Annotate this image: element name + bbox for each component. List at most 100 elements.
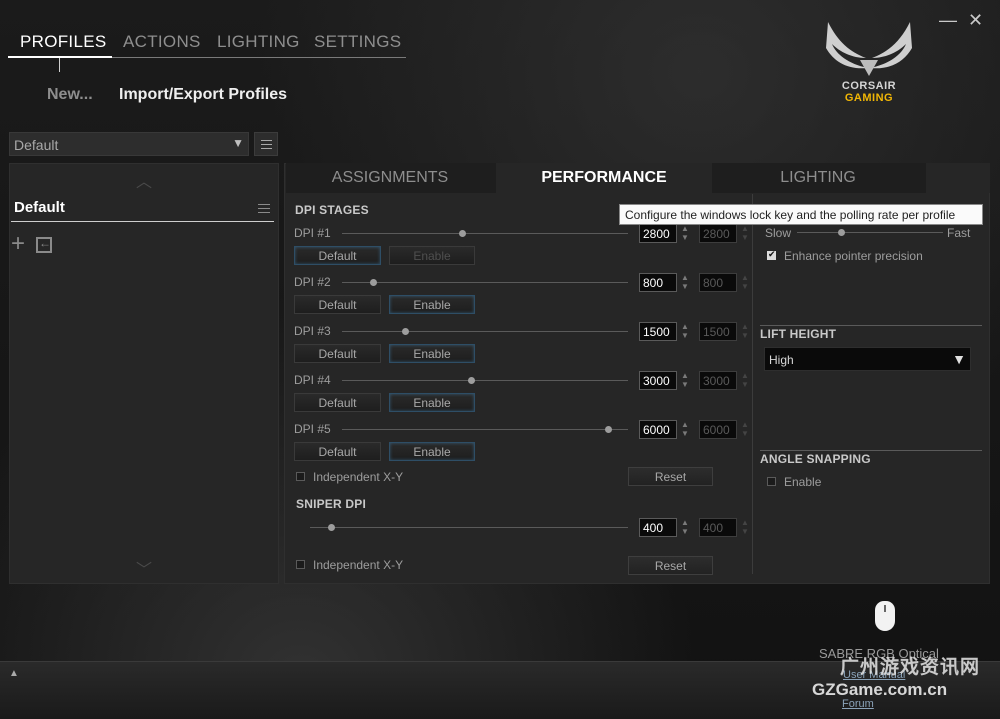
spin-up-icon[interactable]: ▲ bbox=[681, 372, 689, 380]
spin-up-icon[interactable]: ▲ bbox=[681, 274, 689, 282]
watermark: 广州游戏资讯网 GZGame.com.cn bbox=[808, 652, 998, 702]
watermark-en: GZGame.com.cn bbox=[812, 680, 948, 699]
spin-up-icon[interactable]: ▲ bbox=[681, 421, 689, 429]
dpi-value-input[interactable]: 800 bbox=[639, 273, 677, 292]
spin-down-icon: ▼ bbox=[741, 282, 749, 291]
tooltip: Configure the windows lock key and the p… bbox=[619, 204, 983, 225]
angle-snapping-label: Enable bbox=[784, 475, 822, 489]
active-tab-underline bbox=[8, 56, 112, 58]
tab-lighting[interactable]: LIGHTING bbox=[217, 32, 300, 52]
dpi-default-button[interactable]: Default bbox=[294, 442, 381, 461]
sniper-slider-knob[interactable] bbox=[328, 524, 335, 531]
dpi-slider-track[interactable] bbox=[342, 380, 628, 381]
sniper-spin-down-icon[interactable]: ▼ bbox=[681, 528, 689, 536]
pointer-speed-slow-label: Slow bbox=[765, 226, 792, 240]
spin-down-icon[interactable]: ▼ bbox=[681, 283, 689, 291]
sniper-dpi-title: SNIPER DPI bbox=[296, 497, 367, 511]
expand-up-icon[interactable]: ▲ bbox=[9, 668, 19, 679]
profile-item-menu-icon[interactable] bbox=[258, 204, 270, 213]
dpi-enable-button[interactable]: Enable bbox=[389, 246, 475, 265]
close-button[interactable]: ✕ bbox=[968, 10, 983, 31]
pointer-speed-track[interactable] bbox=[797, 232, 943, 233]
dpi-value-input[interactable]: 6000 bbox=[639, 420, 677, 439]
scroll-down-icon[interactable]: ﹀ bbox=[136, 556, 152, 580]
spin-up-icon: ▲ bbox=[741, 371, 749, 380]
sniper-independent-xy-label: Independent X-Y bbox=[313, 558, 404, 572]
profile-list-item[interactable]: Default bbox=[14, 199, 65, 216]
add-profile-icon[interactable]: + bbox=[11, 232, 25, 256]
minimize-button[interactable]: — bbox=[939, 10, 957, 31]
enhance-precision-checkbox[interactable] bbox=[767, 249, 776, 260]
sniper-independent-xy-checkbox[interactable] bbox=[296, 560, 305, 569]
spin-down-icon[interactable]: ▼ bbox=[681, 430, 689, 438]
dpi-value-input[interactable]: 2800 bbox=[639, 224, 677, 243]
dpi-slider-knob[interactable] bbox=[402, 328, 409, 335]
dpi-slider-knob[interactable] bbox=[370, 279, 377, 286]
dpi-value-input[interactable]: 3000 bbox=[639, 371, 677, 390]
tab-actions[interactable]: ACTIONS bbox=[123, 32, 201, 52]
logo-text-gaming: GAMING bbox=[844, 92, 894, 104]
angle-snapping-checkbox[interactable] bbox=[767, 477, 776, 486]
sniper-secondary-spin-up-icon: ▲ bbox=[741, 518, 749, 527]
lift-height-value: High bbox=[769, 353, 794, 367]
pointer-speed-knob[interactable] bbox=[838, 229, 845, 236]
lift-divider bbox=[760, 325, 982, 326]
spin-down-icon: ▼ bbox=[741, 233, 749, 242]
dpi-enable-button[interactable]: Enable bbox=[389, 344, 475, 363]
hamburger-icon bbox=[261, 140, 272, 149]
chevron-down-icon: ▼ bbox=[952, 351, 966, 367]
new-profile-link[interactable]: New... bbox=[47, 86, 93, 104]
tab-assignments[interactable]: ASSIGNMENTS bbox=[286, 163, 494, 193]
device-tab-strip-end bbox=[926, 163, 990, 193]
tab-profiles[interactable]: PROFILES bbox=[20, 32, 106, 52]
column-divider bbox=[752, 194, 753, 574]
dpi-enable-button[interactable]: Enable bbox=[389, 295, 475, 314]
logo-text-corsair: CORSAIR bbox=[841, 80, 897, 92]
dpi-reset-button[interactable]: Reset bbox=[628, 467, 713, 486]
dpi-slider-track[interactable] bbox=[342, 331, 628, 332]
dpi-stage-label: DPI #5 bbox=[294, 422, 331, 436]
lift-height-dropdown[interactable]: High ▼ bbox=[764, 347, 971, 371]
dpi-enable-button[interactable]: Enable bbox=[389, 442, 475, 461]
dpi-default-button[interactable]: Default bbox=[294, 344, 381, 363]
watermark-cn: 广州游戏资讯网 bbox=[840, 657, 981, 678]
dpi-slider-knob[interactable] bbox=[459, 230, 466, 237]
dpi-slider-track[interactable] bbox=[342, 282, 628, 283]
spin-up-icon[interactable]: ▲ bbox=[681, 323, 689, 331]
dpi-default-button[interactable]: Default bbox=[294, 295, 381, 314]
tab-performance[interactable]: PERFORMANCE bbox=[496, 163, 712, 193]
dpi-value-input[interactable]: 1500 bbox=[639, 322, 677, 341]
tab-lighting-device[interactable]: LIGHTING bbox=[714, 163, 922, 193]
scroll-up-icon[interactable]: ︿ bbox=[136, 168, 152, 192]
dpi-secondary-input: 2800 bbox=[699, 224, 737, 243]
dpi-slider-track[interactable] bbox=[342, 429, 628, 430]
tab-settings[interactable]: SETTINGS bbox=[314, 32, 401, 52]
profile-menu-button[interactable] bbox=[254, 132, 278, 156]
spin-down-icon[interactable]: ▼ bbox=[681, 381, 689, 389]
nav-indicator-tick bbox=[59, 58, 60, 72]
profile-dropdown[interactable]: Default ▼ bbox=[9, 132, 249, 156]
import-profile-icon[interactable] bbox=[36, 236, 52, 253]
spin-down-icon[interactable]: ▼ bbox=[681, 332, 689, 340]
dpi-enable-button[interactable]: Enable bbox=[389, 393, 475, 412]
import-export-link[interactable]: Import/Export Profiles bbox=[119, 86, 287, 104]
pointer-speed-fast-label: Fast bbox=[947, 226, 971, 240]
sniper-reset-button[interactable]: Reset bbox=[628, 556, 713, 575]
dpi-default-button[interactable]: Default bbox=[294, 246, 381, 265]
spin-down-icon: ▼ bbox=[741, 380, 749, 389]
dpi-slider-knob[interactable] bbox=[468, 377, 475, 384]
dpi-slider-knob[interactable] bbox=[605, 426, 612, 433]
sniper-spin-up-icon[interactable]: ▲ bbox=[681, 519, 689, 527]
sniper-slider-track[interactable] bbox=[310, 527, 628, 528]
spin-up-icon[interactable]: ▲ bbox=[681, 225, 689, 233]
mouse-device-icon[interactable] bbox=[875, 601, 895, 631]
dpi-secondary-input: 1500 bbox=[699, 322, 737, 341]
spin-up-icon: ▲ bbox=[741, 273, 749, 282]
sniper-secondary-spin-down-icon: ▼ bbox=[741, 527, 749, 536]
spin-down-icon[interactable]: ▼ bbox=[681, 234, 689, 242]
sniper-dpi-secondary-input: 400 bbox=[699, 518, 737, 537]
dpi-slider-track[interactable] bbox=[342, 233, 628, 234]
sniper-dpi-input[interactable]: 400 bbox=[639, 518, 677, 537]
dpi-default-button[interactable]: Default bbox=[294, 393, 381, 412]
dpi-independent-xy-checkbox[interactable] bbox=[296, 472, 305, 481]
